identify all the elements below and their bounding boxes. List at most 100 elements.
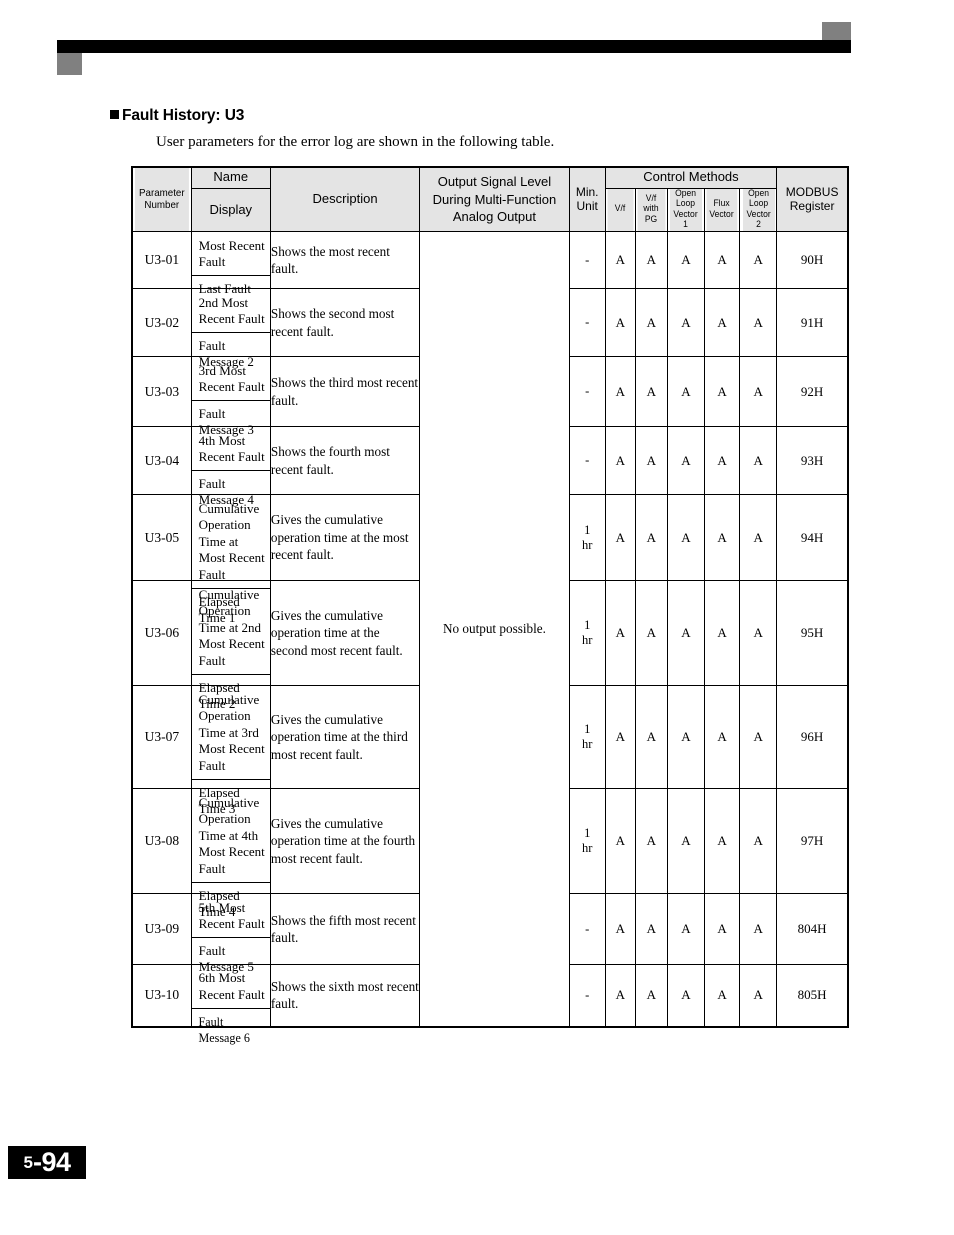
cell-cm-open-loop-vector-2: A (739, 788, 778, 895)
cell-description: Shows the third most recent fault. (269, 356, 421, 428)
cell-cm-flux-vector: A (703, 893, 741, 966)
cell-cm-open-loop-vector-1: A (666, 580, 705, 687)
cell-parameter-number: U3-07 (131, 685, 192, 790)
cell-name: Cumulative Operation Time at 2nd Most Re… (190, 580, 271, 711)
cell-name-parameter: 6th Most Recent Fault (191, 965, 270, 1009)
header-cm-vf-with-pg: V/f with PG (636, 187, 667, 233)
cell-min-unit-value: 1 (584, 722, 591, 737)
cell-min-unit: 1 hr (568, 580, 606, 687)
cell-name-parameter: 3rd Most Recent Fault (191, 358, 270, 401)
cell-modbus-register: 96H (776, 685, 849, 790)
cell-cm-flux-vector: A (703, 685, 741, 790)
header-name: Name (190, 166, 271, 189)
cell-name-display: Fault Message 6 (198, 1013, 250, 1046)
cell-cm-vf-with-pg: A (634, 580, 668, 687)
cell-parameter-number: U3-04 (131, 426, 192, 496)
cell-min-unit: - (568, 231, 606, 290)
cell-cm-open-loop-vector-1: A (666, 494, 705, 582)
square-bullet-icon (110, 110, 119, 119)
header-cm-open-loop-vector-1: Open Loop Vector 1 (668, 187, 704, 233)
cell-parameter-number: U3-01 (131, 231, 192, 290)
section-heading: Fault History: U3 (110, 107, 244, 125)
cell-min-unit: 1 hr (568, 788, 606, 895)
cell-cm-open-loop-vector-1: A (666, 356, 705, 428)
cell-name-parameter: Cumulative Operation Time at 4th Most Re… (191, 790, 270, 883)
cell-name-parameter: Cumulative Operation Time at 2nd Most Re… (191, 582, 270, 675)
cell-name: 6th Most Recent Fault Fault Message 6 (190, 964, 271, 1045)
cell-cm-vf: A (604, 685, 636, 790)
cell-modbus-register: 91H (776, 288, 849, 358)
cell-cm-open-loop-vector-2: A (739, 426, 778, 496)
cell-cm-flux-vector: A (703, 494, 741, 582)
table-header: Parameter Number Name Description Output… (132, 166, 849, 233)
intro-paragraph: User parameters for the error log are sh… (156, 134, 555, 150)
header-cm-flux-vector: Flux Vector (705, 187, 739, 233)
cell-parameter-number: U3-08 (131, 788, 192, 895)
cell-cm-open-loop-vector-2: A (739, 893, 778, 966)
header-min-unit: Min. Unit (568, 166, 606, 233)
cell-cm-vf-with-pg: A (634, 231, 668, 290)
cell-cm-vf: A (604, 426, 636, 496)
cell-description: Shows the second most recent fault. (269, 288, 421, 358)
cell-min-unit: - (568, 288, 606, 358)
cell-cm-open-loop-vector-2: A (739, 288, 778, 358)
page-separator: - (32, 1147, 42, 1177)
cell-cm-vf: A (604, 788, 636, 895)
cell-cm-vf: A (604, 288, 636, 358)
cell-name: Cumulative Operation Time at 4th Most Re… (190, 788, 271, 919)
cell-parameter-number: U3-03 (131, 356, 192, 428)
header-description: Description (269, 166, 421, 233)
cell-cm-vf-with-pg: A (634, 893, 668, 966)
cell-cm-open-loop-vector-1: A (666, 685, 705, 790)
cell-name-parameter: 4th Most Recent Fault (191, 428, 270, 471)
cell-cm-flux-vector: A (703, 426, 741, 496)
header-control-methods: Control Methods (604, 166, 778, 189)
cell-name: Cumulative Operation Time at Most Recent… (190, 494, 271, 625)
fault-history-parameter-table: Parameter Number Name Description Output… (131, 166, 849, 1045)
cell-parameter-number: U3-05 (131, 494, 192, 582)
cell-modbus-register: 92H (776, 356, 849, 428)
cell-cm-flux-vector: A (703, 964, 741, 1028)
cell-modbus-register: 90H (776, 231, 849, 290)
page-header-decoration (0, 0, 954, 95)
cell-name: 3rd Most Recent Fault Fault Message 3 (190, 356, 271, 437)
header-output-signal-level: Output Signal Level During Multi-Functio… (419, 166, 570, 233)
cell-cm-open-loop-vector-2: A (739, 964, 778, 1028)
cell-min-unit: 1 hr (568, 685, 606, 790)
cell-name: Cumulative Operation Time at 3rd Most Re… (190, 685, 271, 816)
cell-min-unit-value: 1 (584, 618, 591, 633)
cell-min-unit: - (568, 893, 606, 966)
cell-name-parameter: 2nd Most Recent Fault (191, 290, 270, 333)
cell-cm-vf-with-pg: A (634, 356, 668, 428)
cell-cm-open-loop-vector-2: A (739, 231, 778, 290)
cell-cm-open-loop-vector-1: A (666, 788, 705, 895)
cell-cm-vf: A (604, 231, 636, 290)
cell-cm-open-loop-vector-2: A (739, 685, 778, 790)
cell-parameter-number: U3-06 (131, 580, 192, 687)
cell-cm-vf-with-pg: A (634, 685, 668, 790)
cell-min-unit: - (568, 964, 606, 1028)
cell-cm-vf-with-pg: A (634, 964, 668, 1028)
cell-cm-vf-with-pg: A (634, 426, 668, 496)
section-heading-text: Fault History: U3 (122, 107, 245, 124)
header-accent-square-left (57, 53, 82, 75)
cell-cm-vf-with-pg: A (634, 288, 668, 358)
cell-cm-flux-vector: A (703, 580, 741, 687)
cell-description: Gives the cumulative operation time at t… (269, 685, 421, 790)
cell-description: Shows the fourth most recent fault. (269, 426, 421, 496)
cell-cm-vf-with-pg: A (634, 788, 668, 895)
page-section-number: 5 (23, 1152, 33, 1172)
header-display: Display (190, 187, 271, 233)
cell-cm-open-loop-vector-1: A (666, 288, 705, 358)
cell-cm-vf: A (604, 494, 636, 582)
cell-cm-vf: A (604, 964, 636, 1028)
cell-min-unit-value: 1 (584, 522, 591, 537)
cell-parameter-number: U3-02 (131, 288, 192, 358)
cell-name: 5th Most Recent Fault Fault Message 5 (190, 893, 271, 974)
cell-description: Shows the sixth most recent fault. (269, 964, 421, 1028)
cell-cm-flux-vector: A (703, 288, 741, 358)
header-cm-open-loop-vector-2: Open Loop Vector 2 (740, 187, 776, 233)
cell-min-unit-unit: hr (581, 537, 593, 552)
cell-min-unit-unit: hr (581, 737, 593, 752)
cell-name-parameter: Cumulative Operation Time at Most Recent… (191, 496, 270, 589)
